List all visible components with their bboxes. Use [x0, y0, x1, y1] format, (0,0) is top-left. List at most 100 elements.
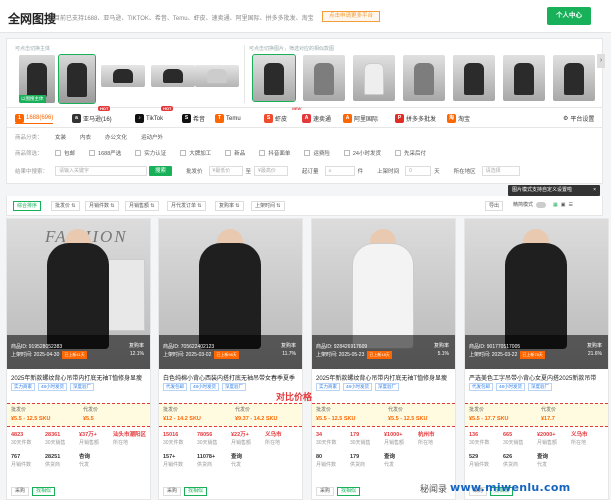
original-image-thumb[interactable]: 以图搜主体	[19, 55, 55, 103]
moq-input[interactable]: ≤	[324, 166, 355, 176]
platform-tab-1[interactable]: a 亚马逊(16) HOT	[72, 106, 112, 124]
screen-label: 商品筛选：	[15, 151, 43, 157]
platform-tab-6[interactable]: A 速卖通	[302, 113, 331, 124]
card-action-button[interactable]: 采购	[11, 487, 30, 496]
compact-mode-toggle[interactable]: 精简模式 ▦ ▣ ☰	[513, 201, 573, 208]
platform-tab-7[interactable]: A 阿里国际	[343, 113, 378, 124]
sort-option-0[interactable]: 综合排序	[13, 201, 42, 211]
card-actions: 采购 找相似	[11, 487, 58, 496]
result-search-button[interactable]: 搜索	[149, 166, 173, 176]
similar-thumb-2[interactable]	[303, 55, 345, 101]
screen-checkbox-0[interactable]: 包邮	[55, 149, 75, 157]
product-title[interactable]: 严选美色工字吊带小背心女夏内搭2025新款吊带	[469, 373, 605, 382]
chevron-right-icon[interactable]: ›	[597, 54, 605, 68]
product-grid: FASHION商品ID: 919528052383上架时间: 2025-04-3…	[6, 218, 609, 500]
similar-thumb-4[interactable]	[403, 55, 445, 101]
product-title[interactable]: 白色纯棉小背心西装内搭打底无袖吊带女春季夏季	[163, 373, 299, 382]
checkbox[interactable]	[55, 150, 61, 156]
product-title[interactable]: 2025年新款螺纹背心吊带内打底无袖T恤修身显瘦	[11, 373, 147, 382]
subject-crop-1[interactable]	[58, 54, 96, 104]
checkbox[interactable]	[259, 150, 266, 156]
platform-tab-label: 1688(696)	[26, 115, 54, 121]
subject-crop-3[interactable]	[151, 65, 195, 87]
similar-thumb-5[interactable]	[453, 55, 495, 101]
image-view-icon[interactable]: ▣	[561, 202, 566, 208]
platform-tab-9[interactable]: 淘淘宝	[447, 113, 470, 124]
screen-checkbox-6[interactable]: 运费险	[304, 149, 330, 157]
product-card[interactable]: 商品ID: 705622402123 上架时间: 2025-03-02 已上新98天…	[158, 218, 303, 500]
price-max-input[interactable]: ¥最高价	[254, 166, 289, 176]
sort-option-6[interactable]: 上架时间 ⇅	[251, 201, 285, 211]
sort-option-5[interactable]: 复购率 ⇅	[215, 201, 244, 211]
card-action-button[interactable]: 找相似	[32, 487, 56, 496]
sort-option-4[interactable]: 月代发订单 ⇅	[167, 201, 206, 211]
product-title[interactable]: 2025年新款螺纹背心吊带内打底无袖T恤修身显瘦	[316, 373, 452, 382]
similar-thumb-6[interactable]	[503, 55, 545, 101]
category-sports[interactable]: 运动户外	[141, 133, 163, 141]
platform-tab-5[interactable]: S 虾皮 NEW	[264, 106, 301, 124]
user-center-button[interactable]: 个人中心	[547, 7, 591, 25]
toggle-switch[interactable]	[536, 201, 547, 208]
category-office[interactable]: 办公文化	[105, 133, 127, 141]
card-action-button[interactable]: 找相似	[337, 487, 361, 496]
sort-option-2[interactable]: 月销件数 ⇅	[85, 201, 119, 211]
product-card[interactable]: 商品ID: 928426917609 上架时间: 2025-05-23 已上新18天…	[311, 218, 456, 500]
screen-checkbox-4[interactable]: 新品	[225, 149, 245, 157]
platform-tab-2[interactable]: ♪ TikTok HOT	[135, 106, 174, 124]
checkbox[interactable]	[304, 150, 311, 156]
platform-tab-3[interactable]: S 希音	[182, 113, 205, 124]
product-tag: 48小时发货	[496, 383, 526, 391]
screen-checkbox-5[interactable]: 抖音面单	[259, 149, 290, 157]
screen-checkbox-8[interactable]: 先采后付	[394, 149, 426, 157]
stat-cell: 78056 30天销售	[197, 432, 218, 446]
screen-checkbox-1[interactable]: 1688严选	[89, 149, 121, 157]
product-image[interactable]: 商品ID: 705622402123 上架时间: 2025-03-02 已上新98天…	[159, 219, 302, 369]
product-tag: 深度验厂	[70, 383, 95, 391]
grid-view-icon[interactable]: ▦	[553, 202, 558, 208]
screen-checkbox-2[interactable]: 实力认证	[135, 149, 166, 157]
similar-thumb-1[interactable]	[252, 54, 296, 102]
checkbox[interactable]	[343, 150, 350, 156]
price-to-text: 至	[245, 169, 252, 175]
product-image[interactable]: 商品ID: 928426917609 上架时间: 2025-05-23 已上新18天…	[312, 219, 455, 369]
checkbox[interactable]	[135, 150, 142, 156]
region-select[interactable]: 请选择	[481, 166, 520, 176]
moq-label: 起订量	[302, 169, 319, 175]
checkbox[interactable]	[225, 150, 232, 156]
platform-tab-4[interactable]: T Temu	[215, 113, 241, 124]
stat-cell: 767 月销件数	[11, 454, 32, 468]
screen-option-label: 大牌加工	[189, 151, 212, 157]
subject-crop-4[interactable]	[195, 65, 239, 87]
product-image[interactable]: FASHION商品ID: 919528052383上架时间: 2025-04-3…	[7, 219, 150, 369]
card-action-button[interactable]: 采购	[163, 487, 182, 496]
listed-days-input[interactable]: 0	[405, 166, 432, 176]
screen-checkbox-7[interactable]: 24小时发货	[343, 149, 381, 157]
platform-settings-link[interactable]: ⚙ 平台设置	[563, 113, 594, 124]
platform-logo-icon: A	[302, 114, 311, 123]
similar-thumb-7[interactable]	[553, 55, 595, 101]
export-button[interactable]: 导出	[485, 201, 504, 211]
screen-checkbox-3[interactable]: 大牌加工	[180, 149, 211, 157]
apply-more-platforms-button[interactable]: 点击申请更多平台	[322, 11, 380, 22]
category-underwear[interactable]: 内衣	[80, 133, 91, 141]
product-card[interactable]: 商品ID: 901770517005 上架时间: 2025-03-22 已上新78天…	[464, 218, 609, 500]
category-women[interactable]: 女装	[55, 133, 66, 141]
product-image[interactable]: 商品ID: 901770517005 上架时间: 2025-03-22 已上新78天…	[465, 219, 608, 369]
close-icon[interactable]: ×	[593, 185, 596, 196]
similar-thumb-3[interactable]	[353, 55, 395, 101]
card-action-button[interactable]: 找相似	[184, 487, 208, 496]
checkbox[interactable]	[89, 150, 96, 156]
checkbox[interactable]	[180, 150, 187, 156]
platform-tab-8[interactable]: P 拼多多批发	[395, 113, 436, 124]
platform-tab-0[interactable]: 1 1688(696)	[15, 113, 54, 124]
card-action-button[interactable]: 采购	[316, 487, 335, 496]
result-search-input[interactable]: 请输入关键字	[55, 166, 147, 176]
top-bar: 全网图搜 目前已支持1688、亚马逊、TIKTOK、希音、Temu、虾皮、速卖通…	[0, 0, 611, 33]
subject-crop-2[interactable]	[101, 65, 145, 87]
sort-option-3[interactable]: 月销售额 ⇅	[125, 201, 159, 211]
product-card[interactable]: FASHION商品ID: 919528052383上架时间: 2025-04-3…	[6, 218, 151, 500]
checkbox[interactable]	[394, 150, 401, 156]
sort-option-1[interactable]: 批发价 ⇅	[51, 201, 80, 211]
list-view-icon[interactable]: ☰	[568, 202, 572, 208]
price-min-input[interactable]: ¥最低价	[208, 166, 243, 176]
